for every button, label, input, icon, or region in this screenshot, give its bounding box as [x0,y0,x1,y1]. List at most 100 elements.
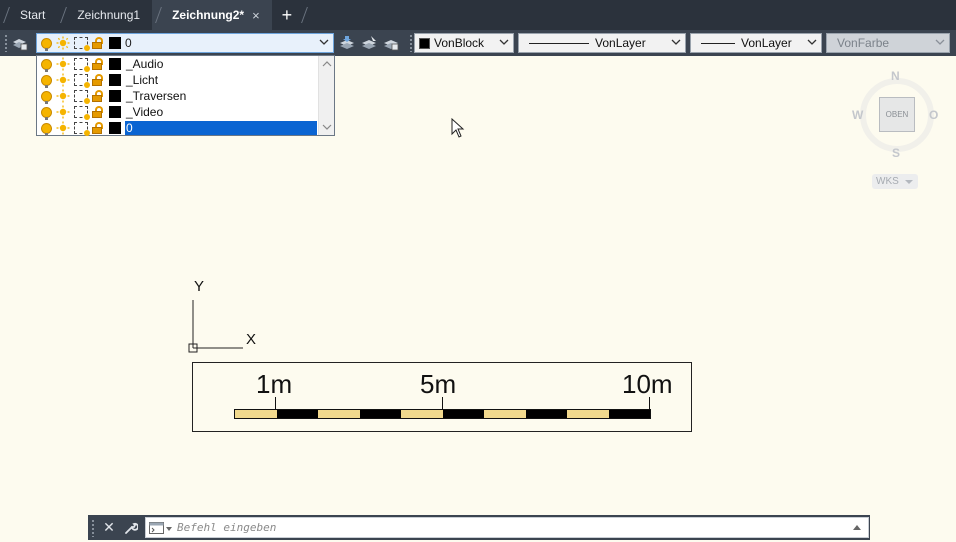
document-tab-bar: Start Zeichnung1 Zeichnung2* × + [0,0,956,30]
make-current-layer-icon[interactable] [338,34,356,52]
ucs-x-label: X [246,331,257,348]
layer-on-icon[interactable] [41,58,52,72]
layer-state-icons [37,36,125,51]
viewport-thaw-icon[interactable] [74,37,90,51]
compass-north[interactable]: N [891,69,900,83]
layer-thaw-icon[interactable] [56,57,70,71]
viewcube-top-face[interactable]: OBEN [879,97,915,132]
scroll-down-icon[interactable] [322,122,332,132]
scale-tick [442,397,443,409]
viewport-thaw-icon[interactable] [74,90,90,104]
layer-color-swatch[interactable] [109,106,121,118]
layer-unlock-icon[interactable] [92,122,104,134]
plotstyle-value: VonFarbe [837,36,890,50]
lineweight-value: VonLayer [741,36,792,50]
color-value: VonBlock [434,36,485,50]
command-history-icon[interactable] [149,521,173,535]
layer-thaw-icon[interactable] [56,105,70,119]
tab-label: Zeichnung1 [77,8,141,22]
layer-name: _Traversen [126,89,187,103]
layer-thaw-icon[interactable] [56,36,70,50]
layer-color-swatch[interactable] [109,90,121,102]
tab-separator [60,7,68,23]
ucs-menu-button[interactable]: WKS [872,174,918,189]
layer-thaw-icon[interactable] [56,121,70,135]
layer-on-icon[interactable] [41,74,52,88]
toolbar-grip[interactable] [409,34,413,52]
layer-name: _Video [126,105,164,119]
viewport-thaw-icon[interactable] [74,74,90,88]
tab-zeichnung2[interactable]: Zeichnung2* × [152,0,272,30]
tab-separator [3,7,10,23]
layer-color-swatch[interactable] [109,122,121,134]
layer-color-swatch[interactable] [109,74,121,86]
scale-segment [442,410,484,418]
layer-list-item-audio[interactable]: _Audio [37,56,319,72]
dropdown-scrollbar[interactable] [318,56,334,135]
tab-close-icon[interactable]: × [252,8,260,23]
ucs-y-label: Y [194,278,205,295]
lineweight-combo[interactable]: VonLayer [690,33,822,53]
scroll-up-icon[interactable] [322,59,332,69]
layer-list-item-video[interactable]: _Video [37,104,319,120]
viewport-thaw-icon[interactable] [74,58,90,72]
tab-start[interactable]: Start [0,0,57,30]
layer-properties-icon[interactable] [11,34,29,52]
layer-unlock-icon[interactable] [92,74,104,86]
current-layer-name: 0 [125,36,132,50]
toolbar-grip[interactable] [4,34,8,52]
viewport-thaw-icon[interactable] [74,122,90,136]
layer-on-icon[interactable] [41,106,52,120]
layer-thaw-icon[interactable] [56,73,70,87]
linetype-combo[interactable]: VonLayer [518,33,686,53]
layer-dropdown-list: _Audio _Licht _Traversen _Video 0 [36,55,335,136]
new-tab-button[interactable]: + [272,0,303,30]
compass-west[interactable]: W [852,108,863,122]
command-input-box[interactable] [145,517,869,538]
wrench-icon[interactable] [120,517,142,539]
command-history-up-icon[interactable] [850,521,864,535]
layer-unlock-icon[interactable] [92,90,104,102]
color-combo[interactable]: VonBlock [414,33,514,53]
chevron-down-icon[interactable] [319,37,329,47]
layer-name: _Licht [126,73,159,87]
command-line-grip[interactable] [91,518,95,537]
scale-segment [525,410,567,418]
tab-label: Zeichnung2* [172,8,245,22]
layer-color-swatch[interactable] [109,58,121,70]
scale-segment [235,410,277,418]
layer-combo[interactable]: 0 [36,33,334,53]
layer-thaw-icon[interactable] [56,89,70,103]
viewport-thaw-icon[interactable] [74,106,90,120]
compass-east[interactable]: O [929,108,938,122]
layer-on-icon[interactable] [41,122,52,136]
linetype-value: VonLayer [595,36,646,50]
chevron-down-icon[interactable] [671,37,681,47]
layer-list-item-licht[interactable]: _Licht [37,72,319,88]
scale-tick [275,397,276,409]
layer-on-icon[interactable] [41,37,52,51]
viewcube[interactable]: N W O S OBEN WKS [852,66,944,196]
close-icon[interactable]: ✕ [98,517,120,539]
scale-segments [234,409,651,419]
layer-previous-icon[interactable] [382,34,400,52]
layer-match-icon[interactable] [360,34,378,52]
scale-bar-block[interactable]: 1m 5m 10m [192,362,692,432]
plotstyle-combo: VonFarbe [826,33,950,53]
layer-unlock-icon[interactable] [92,106,104,118]
layer-color-swatch[interactable] [109,37,121,49]
scale-tick [649,397,650,409]
layer-on-icon[interactable] [41,90,52,104]
layer-list-item-0[interactable]: 0 [37,120,319,136]
scale-label-10m: 10m [622,369,673,399]
layer-list-item-traversen[interactable]: _Traversen [37,88,319,104]
chevron-down-icon[interactable] [807,37,817,47]
compass-south[interactable]: S [892,146,900,160]
command-input[interactable] [173,518,850,537]
tab-zeichnung1[interactable]: Zeichnung1 [57,0,152,30]
layer-unlock-icon[interactable] [92,58,104,70]
chevron-down-icon[interactable] [499,37,509,47]
scale-segment [318,410,360,418]
scale-segment [401,410,443,418]
layer-unlock-icon[interactable] [92,37,104,49]
